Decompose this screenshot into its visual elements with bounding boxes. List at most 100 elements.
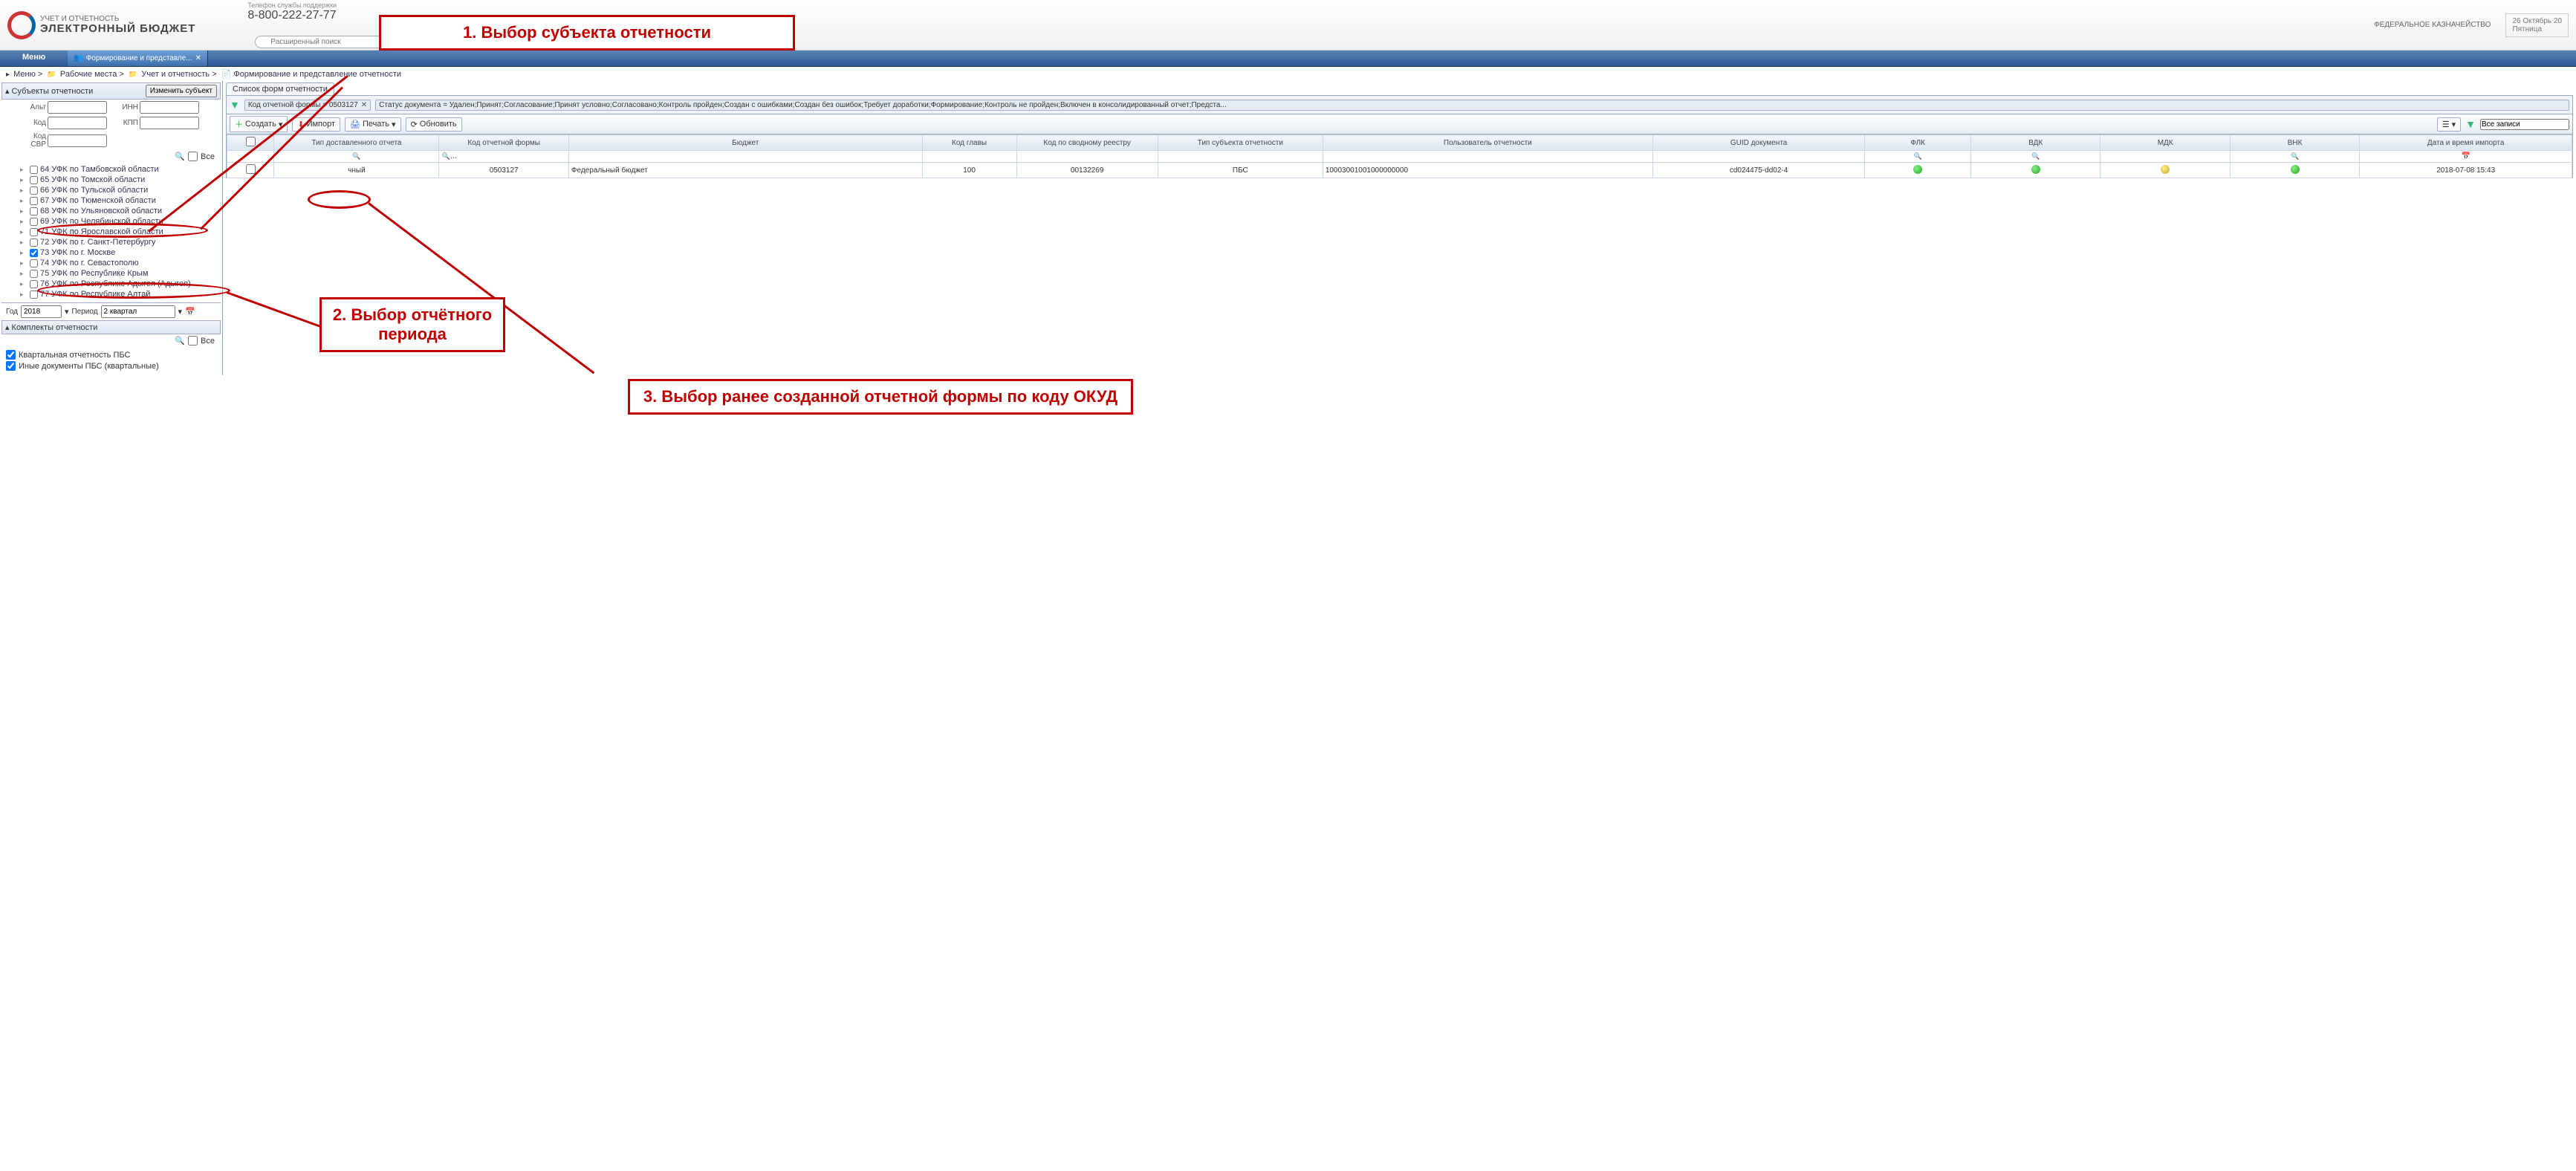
- tree-item[interactable]: 74 УФК по г. Севастополю: [20, 258, 221, 268]
- collapse-icon[interactable]: ▴: [5, 86, 10, 96]
- tree-checkbox[interactable]: [30, 207, 38, 215]
- complect-checkbox[interactable]: [6, 361, 16, 371]
- expand-icon[interactable]: [20, 217, 27, 226]
- change-subject-button[interactable]: Изменить субъект: [146, 85, 217, 97]
- complects-panel-header[interactable]: ▴ Комплекты отчетности: [1, 320, 221, 334]
- filter-code-input[interactable]: [48, 117, 107, 129]
- expand-icon[interactable]: [20, 259, 27, 267]
- expand-icon[interactable]: [20, 207, 27, 215]
- tree-checkbox[interactable]: [30, 239, 38, 247]
- tree-item[interactable]: 69 УФК по Челябинской области: [20, 216, 221, 227]
- tree-checkbox[interactable]: [30, 259, 38, 267]
- collapse-icon[interactable]: ▴: [5, 322, 10, 332]
- expand-icon[interactable]: [20, 238, 27, 247]
- complect-item[interactable]: Иные документы ПБС (квартальные): [19, 362, 159, 371]
- complect-checkbox[interactable]: [6, 350, 16, 360]
- search-icon[interactable]: 🔍: [175, 336, 185, 346]
- filter-code-input[interactable]: [450, 152, 568, 160]
- tree-checkbox[interactable]: [30, 228, 38, 236]
- column-filter-icon[interactable]: [2031, 152, 2040, 160]
- tree-checkbox[interactable]: [30, 186, 38, 195]
- tree-item[interactable]: 73 УФК по г. Москве: [20, 247, 221, 258]
- subjects-panel-header[interactable]: ▴ Субъекты отчетности Изменить субъект: [1, 82, 221, 100]
- tree-checkbox[interactable]: [30, 218, 38, 226]
- tree-item[interactable]: 71 УФК по Ярославской области: [20, 227, 221, 237]
- calendar-icon[interactable]: 📅: [2461, 152, 2470, 160]
- complect-item[interactable]: Квартальная отчетность ПБС: [19, 351, 130, 360]
- column-filter-icon[interactable]: [441, 152, 450, 160]
- year-select[interactable]: [21, 305, 62, 318]
- menu-button[interactable]: Меню: [0, 51, 68, 66]
- tree-checkbox[interactable]: [30, 280, 38, 288]
- expand-icon[interactable]: [20, 290, 27, 299]
- tree-item[interactable]: 66 УФК по Тульской области: [20, 185, 221, 195]
- col-svod[interactable]: Код по сводному реестру: [1016, 135, 1158, 151]
- select-all-checkbox[interactable]: [246, 137, 256, 146]
- tree-item[interactable]: 77 УФК по Республике Алтай: [20, 289, 221, 299]
- funnel-icon[interactable]: ▼: [2465, 118, 2476, 130]
- filter-svr-input[interactable]: [48, 134, 107, 147]
- tab-formation[interactable]: 👥 Формирование и представле... ✕: [68, 51, 208, 66]
- view-select[interactable]: [2480, 119, 2569, 130]
- column-filter-icon[interactable]: [352, 152, 360, 160]
- col-flk[interactable]: ФЛК: [1865, 135, 1971, 151]
- col-code[interactable]: Код отчетной формы: [439, 135, 568, 151]
- tree-item[interactable]: 76 УФК по Республике Адыгея (Адыгея): [20, 279, 221, 289]
- period-select[interactable]: [101, 305, 175, 318]
- col-budget[interactable]: Бюджет: [568, 135, 922, 151]
- content-tab[interactable]: Список форм отчетности: [226, 82, 334, 95]
- dropdown-icon[interactable]: ▾: [178, 307, 183, 317]
- col-vdk[interactable]: ВДК: [1971, 135, 2100, 151]
- tree-checkbox[interactable]: [30, 291, 38, 299]
- expand-icon[interactable]: [20, 227, 27, 236]
- tree-checkbox[interactable]: [30, 176, 38, 184]
- expand-icon[interactable]: [20, 175, 27, 184]
- tree-item[interactable]: 72 УФК по г. Санкт-Петербургу: [20, 237, 221, 247]
- funnel-icon[interactable]: ▼: [230, 99, 240, 111]
- search-icon[interactable]: 🔍: [175, 152, 185, 161]
- col-user[interactable]: Пользователь отчетности: [1323, 135, 1652, 151]
- tree-item[interactable]: 75 УФК по Республике Крым: [20, 268, 221, 279]
- filter-chip-status[interactable]: Статус документа = Удален;Принят;Согласо…: [375, 100, 2569, 111]
- col-subj[interactable]: Тип субъекта отчетности: [1158, 135, 1323, 151]
- col-guid[interactable]: GUID документа: [1652, 135, 1864, 151]
- crumb-1[interactable]: Меню: [13, 70, 36, 79]
- complects-all-checkbox[interactable]: [188, 336, 198, 346]
- tree-item[interactable]: 68 УФК по Ульяновской области: [20, 206, 221, 216]
- column-filter-icon[interactable]: [2291, 152, 2299, 160]
- calendar-icon[interactable]: 📅: [185, 307, 195, 317]
- global-search-input[interactable]: [255, 36, 389, 48]
- tree-checkbox[interactable]: [30, 270, 38, 278]
- column-filter-icon[interactable]: [1914, 152, 1922, 160]
- col-date[interactable]: Дата и время импорта: [2360, 135, 2572, 151]
- refresh-button[interactable]: ⟳Обновить: [406, 117, 462, 132]
- tree-checkbox[interactable]: [30, 249, 38, 257]
- expand-icon[interactable]: [20, 279, 27, 288]
- filter-inn-input[interactable]: [140, 101, 199, 114]
- col-mdk[interactable]: МДК: [2100, 135, 2230, 151]
- crumb-3[interactable]: Учет и отчетность: [141, 70, 210, 79]
- filter-alt-input[interactable]: [48, 101, 107, 114]
- tree-checkbox[interactable]: [30, 197, 38, 205]
- col-glava[interactable]: Код главы: [922, 135, 1016, 151]
- expand-icon[interactable]: [20, 196, 27, 205]
- print-button[interactable]: 🖨Печать▾: [345, 117, 401, 132]
- tree-checkbox[interactable]: [30, 166, 38, 174]
- filter-all-checkbox[interactable]: [188, 152, 198, 161]
- tree-item[interactable]: 64 УФК по Тамбовской области: [20, 164, 221, 175]
- row-checkbox[interactable]: [246, 164, 256, 174]
- expand-icon[interactable]: [20, 269, 27, 278]
- table-row[interactable]: чный 0503127 Федеральный бюджет 100 0013…: [227, 163, 2572, 178]
- tab-close-icon[interactable]: ✕: [195, 54, 201, 62]
- filter-kpp-input[interactable]: [140, 117, 199, 129]
- expand-icon[interactable]: [20, 165, 27, 174]
- expand-icon[interactable]: [20, 186, 27, 195]
- dropdown-icon[interactable]: ▾: [65, 307, 69, 317]
- chip-close-icon[interactable]: ✕: [361, 101, 367, 109]
- tree-item[interactable]: 65 УФК по Томской области: [20, 175, 221, 185]
- crumb-2[interactable]: Рабочие места: [60, 70, 117, 79]
- crumb-4[interactable]: Формирование и представление отчетности: [233, 70, 401, 79]
- col-vnk[interactable]: ВНК: [2230, 135, 2359, 151]
- col-type[interactable]: Тип доставленного отчета: [274, 135, 439, 151]
- columns-button[interactable]: ☰▾: [2437, 117, 2461, 132]
